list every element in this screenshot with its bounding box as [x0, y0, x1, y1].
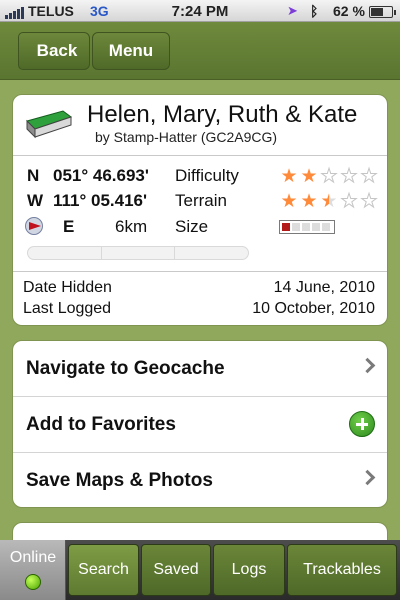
- star-filled-icon: ★: [300, 191, 318, 212]
- tab-trackables[interactable]: Trackables: [287, 544, 397, 596]
- last-logged-label: Last Logged: [23, 300, 112, 317]
- latitude-value: 051° 46.693': [53, 166, 149, 185]
- terrain-rating: ★ ★ ★ ★ ★: [279, 191, 379, 212]
- battery-percent: 62 %: [333, 3, 365, 19]
- battery-icon: [369, 6, 396, 18]
- date-hidden-value: 14 June, 2010: [273, 279, 375, 296]
- distance-value: 6km: [115, 217, 148, 236]
- difficulty-rating: ★ ★ ★ ★ ★: [279, 166, 379, 187]
- latitude-direction: N: [27, 166, 40, 185]
- last-logged-value: 10 October, 2010: [252, 300, 375, 317]
- date-hidden-label: Date Hidden: [23, 279, 112, 296]
- location-icon: ➤: [287, 3, 298, 18]
- online-label: Online: [9, 549, 57, 566]
- star-half-icon: ★: [320, 191, 338, 212]
- save-maps-photos-item[interactable]: Save Maps & Photos: [13, 453, 387, 507]
- star-filled-icon: ★: [280, 166, 298, 187]
- star-empty-icon: ★: [320, 166, 338, 187]
- back-button[interactable]: Back: [18, 32, 90, 70]
- tab-bar: Online Search Saved Logs Trackables: [0, 540, 400, 600]
- star-filled-icon: ★: [280, 191, 298, 212]
- direction-row: E 6km Size: [13, 217, 387, 237]
- progress-track: [27, 246, 249, 260]
- longitude-value: 111° 05.416': [53, 191, 148, 210]
- chevron-right-icon: [359, 357, 376, 374]
- star-empty-icon: ★: [360, 166, 378, 187]
- size-indicator: [279, 220, 335, 234]
- online-indicator-icon: [25, 574, 41, 590]
- online-status[interactable]: Online: [0, 540, 66, 600]
- star-empty-icon: ★: [340, 166, 358, 187]
- tab-saved[interactable]: Saved: [141, 544, 211, 596]
- action-list: Navigate to Geocache Add to Favorites Sa…: [12, 340, 388, 508]
- menu-button[interactable]: Menu: [92, 32, 170, 70]
- tab-search[interactable]: Search: [68, 544, 139, 596]
- navigate-to-geocache-item[interactable]: Navigate to Geocache: [13, 341, 387, 397]
- cache-name: Helen, Mary, Ruth & Kate: [87, 101, 358, 128]
- terrain-label: Terrain: [175, 191, 227, 210]
- divider: [13, 155, 387, 156]
- bearing-value: E: [63, 217, 75, 236]
- difficulty-label: Difficulty: [175, 166, 239, 185]
- tab-logs[interactable]: Logs: [213, 544, 285, 596]
- cache-owner: by Stamp-Hatter (GC2A9CG): [95, 129, 278, 145]
- chevron-right-icon: [359, 469, 376, 486]
- cache-container-icon: [26, 110, 73, 139]
- size-label: Size: [175, 217, 209, 236]
- add-to-favorites-item[interactable]: Add to Favorites: [13, 397, 387, 453]
- star-filled-icon: ★: [300, 166, 318, 187]
- divider: [13, 271, 387, 272]
- bluetooth-icon: ᛒ: [310, 3, 319, 19]
- cache-detail-card: Helen, Mary, Ruth & Kate by Stamp-Hatter…: [12, 94, 388, 326]
- navigation-bar: Back Menu: [0, 22, 400, 80]
- compass-icon: [25, 217, 43, 235]
- list-item-label: Navigate to Geocache: [26, 358, 225, 379]
- status-bar: TELUS 3G 7:24 PM ➤ ᛒ 62 %: [0, 0, 400, 22]
- star-empty-icon: ★: [340, 191, 358, 212]
- list-item-label: Save Maps & Photos: [26, 470, 213, 491]
- plus-icon[interactable]: [349, 411, 375, 437]
- star-empty-icon: ★: [360, 191, 378, 212]
- list-item-label: Add to Favorites: [26, 414, 176, 435]
- longitude-direction: W: [27, 191, 44, 210]
